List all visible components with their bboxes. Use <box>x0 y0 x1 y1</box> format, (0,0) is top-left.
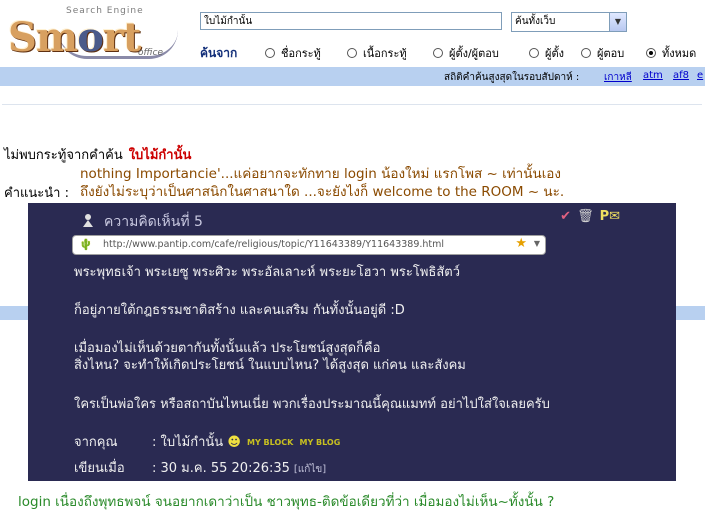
logo-letter-m: m <box>35 14 78 61</box>
author-value[interactable]: : ใบไม้กำนั้น <box>152 435 223 450</box>
footer-comment: login เนื่องถึงพุทธพจน์ จนอยากเดาว่าเป็น… <box>18 494 555 510</box>
suggest-label: คำแนะนำ : <box>4 186 69 201</box>
radio-icon[interactable] <box>265 48 275 58</box>
radio-icon[interactable] <box>347 48 357 58</box>
radio-poster-replier[interactable]: ผู้ตั้ง/ผู้ตอบ <box>433 44 499 62</box>
radio-replier[interactable]: ผู้ตอบ <box>581 44 624 62</box>
comment-date-row: เขียนเมื่อ : 30 ม.ค. 55 20:26:35 [แก้ไข] <box>74 457 326 478</box>
site-logo[interactable]: Search Engine Smort office <box>8 4 180 64</box>
radio-label: ผู้ตอบ <box>597 47 625 60</box>
radio-title[interactable]: ชื่อกระทู้ <box>265 44 321 62</box>
radio-label: ผู้ตั้ง/ผู้ตอบ <box>449 47 499 60</box>
cactus-icon: 🌵 <box>79 238 93 251</box>
overlay-line-2: ถึงยังไม่ระบุว่าเป็นศาสนิกในศาสนาใด ...จ… <box>80 184 565 200</box>
url-text: http://www.pantip.com/cafe/religious/top… <box>103 239 445 250</box>
stats-link-korea[interactable]: เกาหลี <box>604 70 632 85</box>
star-icon[interactable]: ★ <box>515 236 527 251</box>
user-icon <box>83 214 93 227</box>
background-strip <box>0 306 28 320</box>
stats-label: สถิติคำค้นสูงสุดในรอบสัปดาห์ : <box>444 72 580 83</box>
logo-letter-s: S <box>8 14 37 61</box>
my-block-badge[interactable]: MY BLOCK <box>247 438 293 447</box>
divider <box>2 104 702 105</box>
scope-select-value: ค้นทั้งเว็บ <box>515 16 556 27</box>
chevron-down-icon[interactable]: ▼ <box>534 239 540 248</box>
background-strip <box>676 306 705 320</box>
radio-all[interactable]: ทั้งหมด <box>646 44 696 62</box>
comment-header: ความคิดเห็นที่ 5 <box>104 214 203 230</box>
scope-select[interactable]: ค้นทั้งเว็บ ▼ <box>511 12 627 32</box>
radio-selected-icon[interactable] <box>646 48 656 58</box>
not-found-query: ใบไม้กำนั้น <box>128 148 192 163</box>
stats-link-atm[interactable]: atm <box>643 70 663 81</box>
comment-tools: ✔ 🗑 P✉ <box>560 209 620 224</box>
logo-brand: Smort <box>8 14 142 61</box>
stats-link-af8[interactable]: af8 <box>673 70 689 81</box>
search-input[interactable] <box>200 12 502 30</box>
stats-bar: สถิติคำค้นสูงสุดในรอบสัปดาห์ : เกาหลี at… <box>0 67 705 86</box>
edit-link[interactable]: [แก้ไข] <box>294 464 326 475</box>
logo-letter-o: o <box>77 14 104 61</box>
trash-icon[interactable]: 🗑 <box>577 209 594 224</box>
radio-poster[interactable]: ผู้ตั้ง <box>529 44 564 62</box>
url-bar[interactable]: 🌵 http://www.pantip.com/cafe/religious/t… <box>72 235 546 255</box>
radio-icon[interactable] <box>581 48 591 58</box>
my-blog-badge[interactable]: MY BLOG <box>299 438 340 447</box>
radio-body[interactable]: เนื้อกระทู้ <box>347 44 407 62</box>
comment-line: ก็อยู่ภายใต้กฎธรรมชาติสร้าง และคนเสริม ก… <box>74 303 405 318</box>
comment-line: ใครเป็นพ่อใคร หรือสถาบันไหนเนี่ย พวกเรื่… <box>74 397 550 412</box>
chevron-down-icon[interactable]: ▼ <box>609 13 626 31</box>
comment-box: ความคิดเห็นที่ 5 ✔ 🗑 P✉ 🌵 http://www.pan… <box>28 203 676 481</box>
logo-letters-rt: rt <box>102 14 142 61</box>
radio-icon[interactable] <box>433 48 443 58</box>
comment-line: พระพุทธเจ้า พระเยซู พระศิวะ พระอัลเลาะห์… <box>74 265 461 280</box>
radio-label: เนื้อกระทู้ <box>363 47 407 60</box>
comment-author-row: จากคุณ : ใบไม้กำนั้น ☻ MY BLOCK MY BLOG <box>74 431 340 452</box>
radio-label: ทั้งหมด <box>662 47 697 60</box>
check-heart-icon[interactable]: ✔ <box>560 209 571 224</box>
author-label: จากคุณ <box>74 435 118 450</box>
logo-subtag: office <box>138 48 163 58</box>
date-value: : 30 ม.ค. 55 20:26:35 <box>152 461 290 476</box>
radio-label: ชื่อกระทู้ <box>281 47 321 60</box>
radio-label: ผู้ตั้ง <box>545 47 564 60</box>
pm-icon[interactable]: P✉ <box>600 209 620 224</box>
comment-line: สิ่งไหน? จะทำให้เกิดประโยชน์ ในแบบไหน? ไ… <box>74 358 466 373</box>
date-label: เขียนเมื่อ <box>74 461 125 476</box>
radio-icon[interactable] <box>529 48 539 58</box>
not-found-text: ไม่พบกระทู้จากคำค้น <box>4 148 123 163</box>
stats-link-e[interactable]: e <box>697 70 703 81</box>
search-from-label: ค้นจาก <box>200 46 238 60</box>
smiley-icon: ☻ <box>227 435 241 450</box>
